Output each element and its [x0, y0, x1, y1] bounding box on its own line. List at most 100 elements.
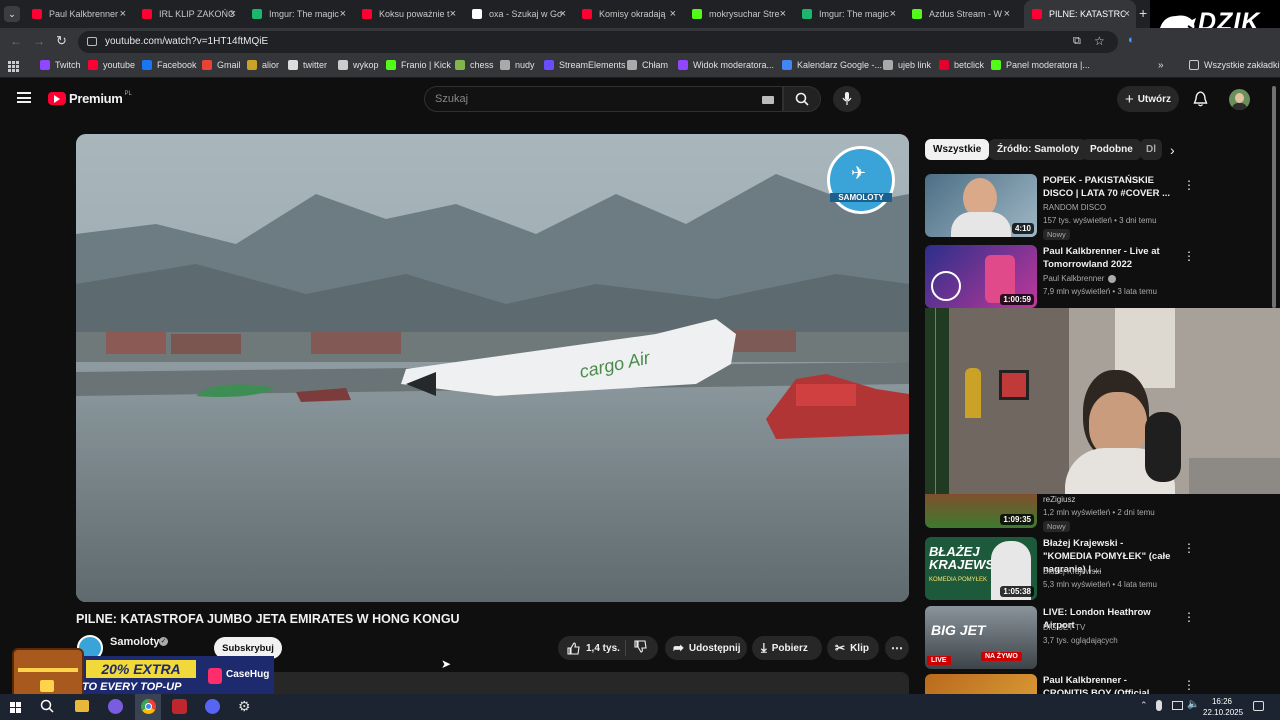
recommendation-item[interactable]: 4:10 POPEK - PAKISTAŃSKIE DISCO | LATA 7… [925, 174, 1275, 240]
app-icon[interactable] [172, 699, 187, 714]
bookmark-item[interactable]: wykop [338, 60, 379, 70]
notifications-bell-icon[interactable] [1193, 91, 1208, 112]
address-bar[interactable]: youtube.com/watch?v=1HT14ftMQiE ⧉ ☆ [78, 31, 1118, 53]
video-thumbnail[interactable]: BŁAŻEJ KRAJEWSKI KOMEDIA POMYŁEK 1:05:38 [925, 537, 1037, 600]
bookmark-item[interactable]: Franio | Kick [386, 60, 451, 70]
video-player[interactable]: cargo Air ✈ SAMOLOTY [76, 134, 909, 602]
channel-name[interactable]: RANDOM DISCO [1043, 203, 1106, 212]
chip-related[interactable]: Podobne [1082, 139, 1141, 160]
back-arrow-icon[interactable]: ← [10, 34, 22, 48]
tab-close-icon[interactable]: × [340, 8, 346, 20]
video-title[interactable]: Paul Kalkbrenner - Live at Tomorrowland … [1043, 245, 1173, 271]
bookmark-item[interactable]: ujeb link [883, 60, 931, 70]
more-bookmarks-icon[interactable]: » [1158, 60, 1164, 71]
tab-close-icon[interactable]: × [780, 8, 786, 20]
bookmark-item[interactable]: betclick [939, 60, 984, 70]
recommendation-item[interactable]: BIG JET LIVE NA ŻYWO LIVE: London Heathr… [925, 606, 1275, 670]
bookmark-item[interactable]: alior [247, 60, 279, 70]
tab-close-icon[interactable]: × [120, 8, 126, 20]
more-vertical-icon[interactable]: ⋮ [1183, 610, 1195, 624]
all-bookmarks-button[interactable]: Wszystkie zakładki [1189, 60, 1280, 70]
channel-name[interactable]: Samoloty [110, 636, 160, 648]
browser-tab[interactable]: Koksu poważnie t × [354, 0, 462, 28]
tab-close-icon[interactable]: × [560, 8, 566, 20]
settings-gear-icon[interactable]: ⚙ [238, 698, 251, 715]
share-button[interactable]: ➦ Udostępnij [665, 636, 747, 660]
video-thumbnail[interactable]: BIG JET LIVE NA ŻYWO [925, 606, 1037, 669]
tab-close-icon[interactable]: × [230, 8, 236, 20]
bookmark-item[interactable]: chess [455, 60, 494, 70]
tray-mic-icon[interactable] [1156, 700, 1162, 711]
video-title[interactable]: Paul Kalkbrenner - CRONITIS BOY (Officia… [1043, 674, 1173, 694]
bookmark-item[interactable]: Panel moderatora |... [991, 60, 1090, 70]
video-thumbnail[interactable] [925, 674, 1037, 694]
youtube-logo[interactable]: Premium PL [48, 91, 132, 106]
channel-name[interactable]: BIG JET TV [1043, 623, 1085, 632]
bookmark-item[interactable]: Twitch [40, 60, 81, 70]
browser-tab[interactable]: PILNE: KATASTRO × [1024, 0, 1136, 28]
download-button[interactable]: ⤓ Pobierz [752, 636, 822, 660]
bookmark-item[interactable]: Facebook [142, 60, 197, 70]
discord-icon[interactable] [205, 699, 220, 714]
bookmark-item[interactable]: twitter [288, 60, 327, 70]
bookmark-item[interactable]: StreamElements [544, 60, 626, 70]
chip-source[interactable]: Źródło: Samoloty [989, 139, 1088, 160]
more-vertical-icon[interactable]: ⋮ [1183, 249, 1195, 263]
reload-icon[interactable]: ↻ [56, 33, 67, 49]
more-vertical-icon[interactable]: ⋮ [1183, 678, 1195, 692]
app-icon[interactable] [108, 699, 123, 714]
dislike-button[interactable] [626, 640, 647, 656]
recommendation-item[interactable]: BŁAŻEJ KRAJEWSKI KOMEDIA POMYŁEK 1:05:38… [925, 537, 1275, 601]
chip-partial[interactable]: Dl [1140, 139, 1162, 160]
browser-tab[interactable]: Azdus Stream - W × [904, 0, 1016, 28]
channel-name[interactable]: reZigiusz [1043, 495, 1075, 504]
video-title[interactable]: POPEK - PAKISTAŃSKIE DISCO | LATA 70 #CO… [1043, 174, 1173, 200]
recommendation-item[interactable]: Paul Kalkbrenner - CRONITIS BOY (Officia… [925, 674, 1275, 694]
browser-tab[interactable]: Imgur: The magic × [244, 0, 352, 28]
search-input[interactable]: Szukaj [424, 86, 783, 112]
tab-close-icon[interactable]: × [1004, 8, 1010, 20]
tray-network-icon[interactable] [1172, 701, 1183, 710]
install-app-icon[interactable]: ⧉ [1073, 35, 1081, 48]
bookmark-star-icon[interactable]: ☆ [1094, 34, 1105, 48]
scrollbar[interactable] [1272, 86, 1276, 308]
tab-close-icon[interactable]: × [890, 8, 896, 20]
file-explorer-icon[interactable] [75, 700, 89, 712]
menu-hamburger-icon[interactable] [17, 92, 31, 103]
tab-close-icon[interactable]: × [450, 8, 456, 20]
browser-tab[interactable]: Imgur: The magic × [794, 0, 902, 28]
browser-tab[interactable]: IRL KLIP ZAKOŃC × [134, 0, 242, 28]
more-vertical-icon[interactable]: ⋮ [1183, 541, 1195, 555]
taskbar-clock[interactable]: 16:26 22.10.2025 [1203, 696, 1243, 718]
bookmark-item[interactable]: Chłam [627, 60, 668, 70]
chevron-right-icon[interactable]: › [1170, 142, 1175, 158]
more-vertical-icon[interactable]: ⋮ [1183, 178, 1195, 192]
voice-search-button[interactable] [833, 86, 861, 112]
site-info-icon[interactable] [87, 37, 97, 46]
like-button[interactable]: 1,4 tys. [558, 640, 626, 656]
create-button[interactable]: + Utwórz [1117, 86, 1179, 112]
notification-center-icon[interactable] [1253, 701, 1264, 711]
channel-name[interactable]: Błażej Krajewski [1043, 567, 1101, 576]
tray-chevron-up-icon[interactable]: ⌃ [1140, 700, 1148, 711]
extension-icon[interactable]: ◐ [1128, 34, 1135, 46]
keyboard-icon[interactable] [762, 96, 774, 104]
bookmark-item[interactable]: Kalendarz Google -... [782, 60, 882, 70]
chip-all[interactable]: Wszystkie [925, 139, 990, 160]
bookmark-item[interactable]: youtube [88, 60, 135, 70]
search-button[interactable] [783, 86, 821, 112]
recommendation-item[interactable]: 1:00:59 Paul Kalkbrenner - Live at Tomor… [925, 245, 1275, 309]
taskbar-search-icon[interactable] [40, 699, 54, 718]
video-thumbnail[interactable]: 1:00:59 [925, 245, 1037, 308]
windows-start-icon[interactable] [10, 702, 21, 713]
apps-grid-icon[interactable] [8, 61, 19, 72]
browser-tab[interactable]: Komisy okradają × [574, 0, 682, 28]
tab-search-button[interactable]: ⌄ [4, 6, 20, 22]
video-thumbnail[interactable]: 4:10 [925, 174, 1037, 237]
tray-volume-icon[interactable]: 🔈 [1187, 699, 1199, 710]
bookmark-item[interactable]: Widok moderatora... [678, 60, 774, 70]
bookmark-item[interactable]: Gmail [202, 60, 241, 70]
tab-close-icon[interactable]: × [670, 8, 676, 20]
channel-name[interactable]: Paul Kalkbrenner [1043, 274, 1104, 283]
more-actions-button[interactable]: ⋯ [885, 636, 909, 660]
